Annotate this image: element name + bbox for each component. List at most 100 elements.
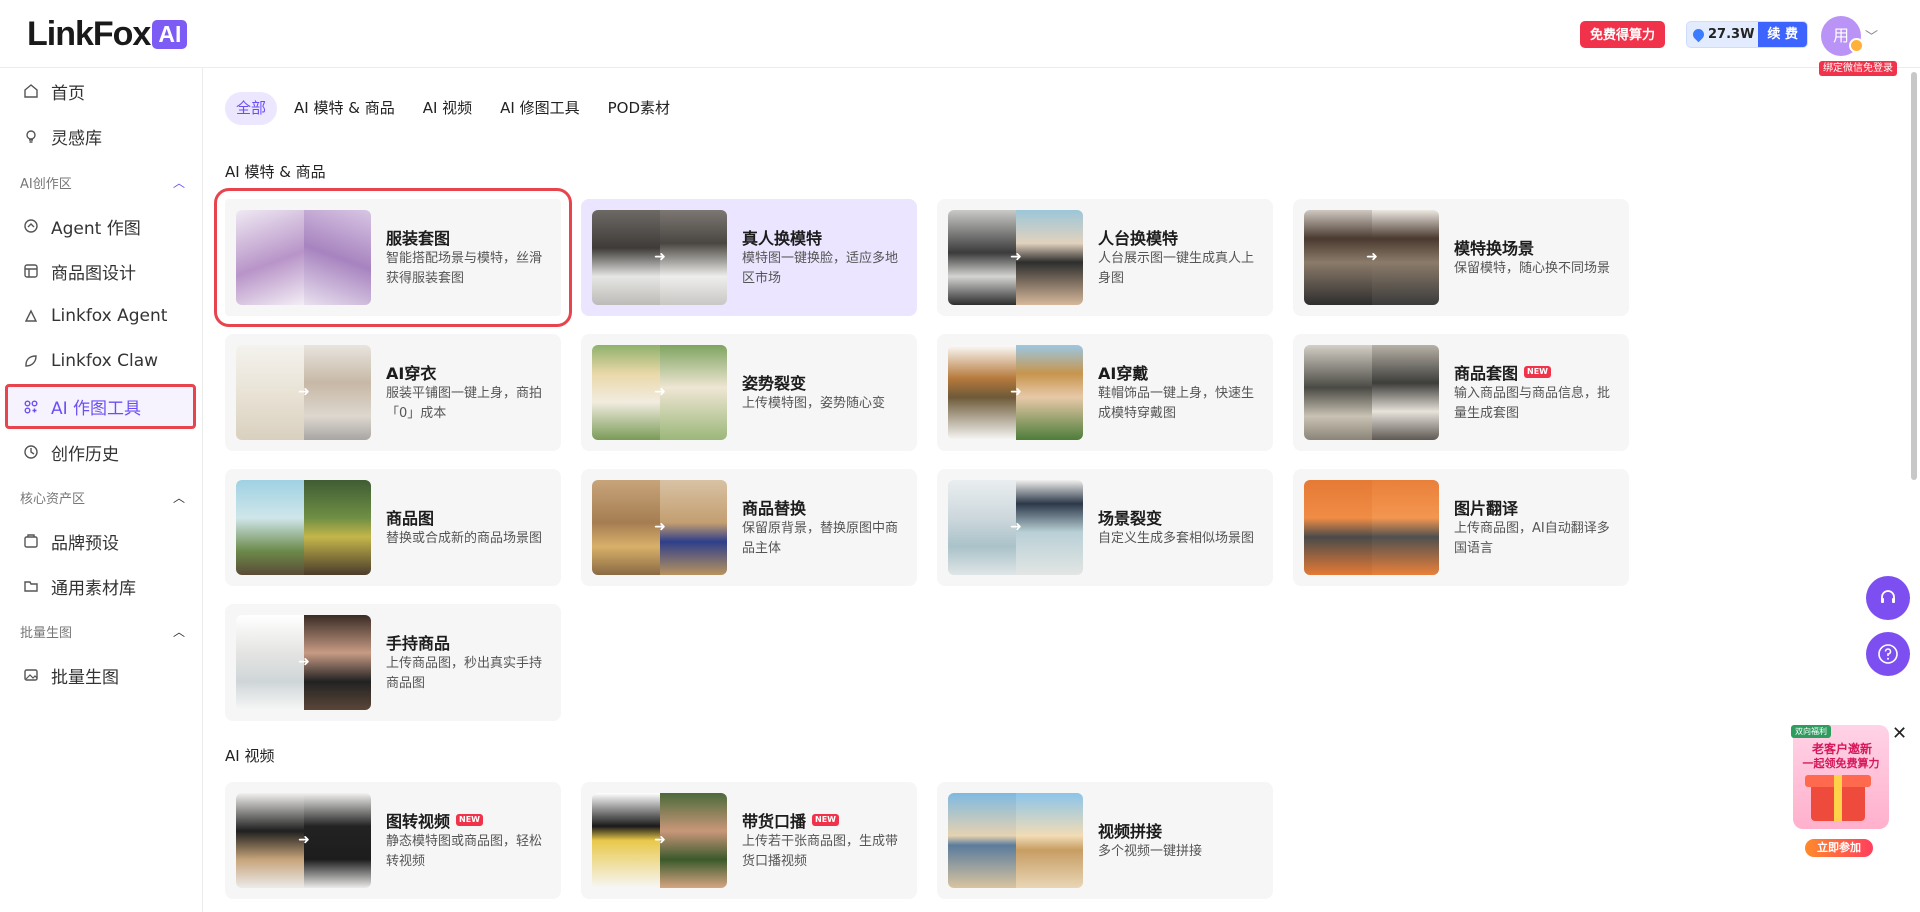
sidebar-item-label: 首页: [51, 83, 85, 104]
crown-icon: [1849, 38, 1864, 53]
category-tabs: 全部 AI 模特 & 商品 AI 视频 AI 修图工具 POD素材: [225, 92, 681, 125]
promo-banner[interactable]: 双向福利 老客户邀新 一起领免费算力 立即参加: [1767, 719, 1905, 864]
tab-retouch[interactable]: AI 修图工具: [489, 92, 590, 125]
card-desc: 多个视频一键拼接: [1098, 844, 1203, 859]
renew-button[interactable]: 续 费: [1758, 22, 1807, 47]
top-header: LinkFox AI 免费得算力 27.3W 续 费 用 ﹀ 绑定微信免登录: [0, 0, 1920, 76]
chevron-up-icon: ︿: [172, 490, 185, 505]
sidebar-item-agent[interactable]: Agent 作图: [5, 205, 196, 247]
card-desc: 上传模特图，姿势随心变: [742, 396, 886, 411]
card-thumbnail: ➜: [1304, 210, 1439, 305]
card-thumbnail: ➜: [236, 793, 371, 888]
home-icon: [22, 83, 39, 100]
tool-card-live-selling[interactable]: ➜ 带货口播 NEW 上传若干张商品图，生成带货口播视频: [581, 782, 917, 899]
tab-model-product[interactable]: AI 模特 & 商品: [283, 92, 406, 125]
chevron-down-icon[interactable]: ﹀: [1865, 26, 1878, 45]
card-desc: 上传若干张商品图，生成带货口播视频: [742, 834, 899, 869]
sidebar-item-inspiration[interactable]: 灵感库: [5, 115, 196, 157]
tool-card-face-swap[interactable]: ➜ 真人换模特 模特图一键换脸，适应多地区市场: [581, 199, 917, 316]
arrow-icon: ➜: [1366, 249, 1378, 265]
card-thumbnail: ➜: [948, 480, 1083, 575]
tool-card-mannequin[interactable]: ➜ 人台换模特 人台展示图一键生成真人上身图: [937, 199, 1273, 316]
tool-card-scene-variation[interactable]: ➜ 场景裂变 自定义生成多套相似场景图: [937, 469, 1273, 586]
tool-card-product-replace[interactable]: ➜ 商品替换 保留原背景，替换原图中商品主体: [581, 469, 917, 586]
points-value: 27.3W: [1708, 27, 1755, 42]
free-points-button[interactable]: 免费得算力: [1580, 21, 1666, 48]
card-thumbnail: [236, 210, 371, 305]
chevron-up-icon: ︿: [172, 175, 185, 190]
card-desc: 人台展示图一键生成真人上身图: [1098, 251, 1255, 286]
tool-card-video-merge[interactable]: 视频拼接 多个视频一键拼接: [937, 782, 1273, 899]
sidebar-item-batch[interactable]: 批量生图: [5, 654, 196, 696]
sidebar-item-history[interactable]: 创作历史: [5, 431, 196, 473]
brand-icon: [22, 533, 39, 550]
card-thumbnail: ➜: [592, 345, 727, 440]
card-title: AI穿衣: [386, 364, 437, 383]
sidebar-item-label: 品牌预设: [51, 533, 119, 554]
tool-card-product-set[interactable]: 商品套图 NEW 输入商品图与商品信息，批量生成套图: [1293, 334, 1629, 451]
section-core-assets[interactable]: 核心资产区 ︿: [20, 487, 185, 507]
tool-card-outfit-set[interactable]: 服装套图 智能搭配场景与模特，丝滑获得服装套图: [214, 188, 572, 327]
tool-card-ai-wearing[interactable]: ➜ AI穿戴 鞋帽饰品一键上身，快速生成模特穿戴图: [937, 334, 1273, 451]
card-desc: 自定义生成多套相似场景图: [1098, 531, 1255, 546]
sidebar-item-linkfox-agent[interactable]: Linkfox Agent: [5, 295, 196, 337]
new-badge: NEW: [1524, 366, 1551, 378]
headset-support-button[interactable]: [1866, 576, 1910, 620]
sidebar-item-label: 灵感库: [51, 128, 102, 149]
card-desc: 上传商品图，秒出真实手持商品图: [386, 656, 543, 691]
tool-card-ai-dressing[interactable]: ➜ AI穿衣 服装平铺图一键上身，商拍「0」成本: [225, 334, 561, 451]
tool-card-scene-swap[interactable]: ➜ 模特换场景 保留模特，随心换不同场景: [1293, 199, 1629, 316]
section-ai-creation[interactable]: AI创作区 ︿: [20, 172, 185, 192]
card-title: 商品套图 NEW: [1454, 360, 1551, 384]
tool-card-image-to-video[interactable]: ➜ 图转视频 NEW 静态模特图或商品图，轻松转视频: [225, 782, 561, 899]
agent-icon: [22, 218, 39, 235]
card-title: 商品图: [386, 509, 435, 528]
card-thumbnail: [236, 480, 371, 575]
sidebar-item-product-design[interactable]: 商品图设计: [5, 250, 196, 292]
logo[interactable]: LinkFox AI: [27, 17, 188, 51]
close-icon[interactable]: ✕: [1892, 723, 1907, 744]
tool-card-handheld[interactable]: ➜ 手持商品 上传商品图，秒出真实手持商品图: [225, 604, 561, 721]
card-desc: 替换或合成新的商品场景图: [386, 531, 543, 546]
card-title: 人台换模特: [1098, 229, 1179, 248]
tool-card-product-image[interactable]: 商品图 替换或合成新的商品场景图: [225, 469, 561, 586]
sidebar: 首页 灵感库 AI创作区 ︿ Agent 作图 商品图设计 Linkfox Ag…: [0, 68, 203, 912]
section-title-model-product: AI 模特 & 商品: [225, 163, 326, 181]
sidebar-item-materials[interactable]: 通用素材库: [5, 565, 196, 607]
card-desc: 保留模特，随心换不同场景: [1454, 261, 1611, 276]
tool-card-pose-variation[interactable]: ➜ 姿势裂变 上传模特图，姿势随心变: [581, 334, 917, 451]
card-thumbnail: ➜: [592, 793, 727, 888]
logo-ai-badge: AI: [152, 19, 188, 49]
card-thumbnail: [948, 793, 1083, 888]
points-widget[interactable]: 27.3W 续 费: [1686, 21, 1808, 48]
sidebar-item-brand[interactable]: 品牌预设: [5, 520, 196, 562]
card-title: 模特换场景: [1454, 239, 1535, 258]
main-content: 全部 AI 模特 & 商品 AI 视频 AI 修图工具 POD素材 AI 模特 …: [204, 68, 1909, 912]
sidebar-item-linkfox-claw[interactable]: Linkfox Claw: [5, 340, 196, 382]
sidebar-item-home[interactable]: 首页: [5, 70, 196, 112]
promo-line2: 一起领免费算力: [1802, 757, 1880, 770]
card-thumbnail: ➜: [948, 345, 1083, 440]
new-badge: NEW: [456, 814, 483, 826]
sidebar-item-ai-tools[interactable]: AI 作图工具: [5, 384, 196, 429]
tab-all[interactable]: 全部: [225, 92, 278, 125]
sidebar-item-label: 创作历史: [51, 444, 119, 465]
section-batch[interactable]: 批量生图 ︿: [20, 621, 185, 641]
card-thumbnail: ➜: [236, 345, 371, 440]
new-badge: NEW: [812, 814, 839, 826]
tool-card-image-translate[interactable]: 图片翻译 上传商品图，AI自动翻译多国语言: [1293, 469, 1629, 586]
section-label: 批量生图: [20, 625, 73, 641]
promo-cta-button[interactable]: 立即参加: [1805, 839, 1873, 857]
grid-icon: [22, 398, 39, 415]
sidebar-item-label: 批量生图: [51, 667, 119, 688]
layout-icon: [22, 263, 39, 280]
help-button[interactable]: [1866, 632, 1910, 676]
sidebar-item-label: Agent 作图: [51, 218, 141, 239]
points-balance: 27.3W: [1687, 22, 1758, 47]
card-thumbnail: [1304, 345, 1439, 440]
tab-video[interactable]: AI 视频: [412, 92, 483, 125]
tab-pod[interactable]: POD素材: [597, 92, 681, 125]
scrollbar[interactable]: [1911, 72, 1917, 480]
card-thumbnail: [1304, 480, 1439, 575]
points-drop-icon: [1690, 26, 1707, 43]
